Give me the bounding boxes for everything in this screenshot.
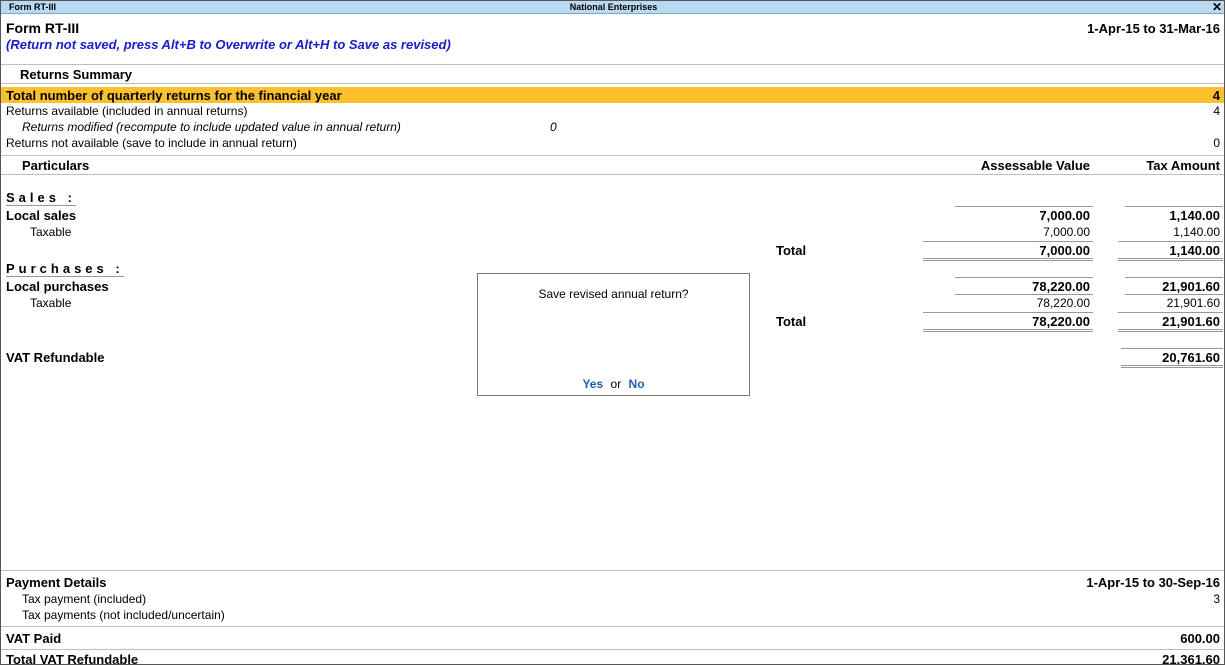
purchases-section-title: Purchases : <box>6 261 124 277</box>
local-sales-assessable: 7,000.00 <box>1039 208 1090 223</box>
sales-total-label: Total <box>776 243 807 258</box>
sales-taxable-tax: 1,140.00 <box>1173 225 1220 239</box>
local-purchases-assessable: 78,220.00 <box>1032 279 1090 294</box>
col-tax-amount: Tax Amount <box>1146 158 1220 173</box>
returns-available-label[interactable]: Returns available (included in annual re… <box>6 104 247 118</box>
local-sales-label[interactable]: Local sales <box>6 208 76 223</box>
returns-available-value: 4 <box>1213 104 1220 118</box>
tax-payment-included-value: 3 <box>1213 592 1220 606</box>
form-title: Form RT-III <box>6 20 80 36</box>
returns-not-available-label[interactable]: Returns not available (save to include i… <box>6 136 297 150</box>
purchases-total-assessable: 78,220.00 <box>1032 314 1090 329</box>
total-vat-refundable-value: 21,361.60 <box>1162 652 1220 665</box>
form-window: Form RT-III National Enterprises ✕ Form … <box>0 0 1225 665</box>
local-purchases-tax: 21,901.60 <box>1162 279 1220 294</box>
purchases-total-tax: 21,901.60 <box>1162 314 1220 329</box>
close-icon[interactable]: ✕ <box>1212 1 1222 13</box>
yes-button[interactable]: Yes <box>582 377 603 391</box>
vat-refundable-value: 20,761.60 <box>1162 350 1220 365</box>
tax-payment-not-included-label[interactable]: Tax payments (not included/uncertain) <box>22 608 225 622</box>
save-notice: (Return not saved, press Alt+B to Overwr… <box>6 37 451 52</box>
returns-not-available-value: 0 <box>1213 136 1220 150</box>
returns-summary-title: Returns Summary <box>20 67 132 82</box>
local-purchases-label[interactable]: Local purchases <box>6 279 109 294</box>
sales-total-tax: 1,140.00 <box>1169 243 1220 258</box>
purchases-taxable-label[interactable]: Taxable <box>30 296 71 310</box>
dialog-question: Save revised annual return? <box>538 287 689 301</box>
col-particulars: Particulars <box>22 158 90 173</box>
col-assessable-value: Assessable Value <box>980 158 1090 173</box>
title-bar: Form RT-III National Enterprises ✕ <box>1 1 1224 14</box>
company-name: National Enterprises <box>569 2 658 12</box>
sales-taxable-assessable: 7,000.00 <box>1043 225 1090 239</box>
payment-details-title: Payment Details <box>6 575 107 590</box>
returns-total-value: 4 <box>1212 88 1220 103</box>
returns-modified-value: 0 <box>550 120 557 134</box>
vat-paid-label: VAT Paid <box>6 631 62 646</box>
purchases-total-label: Total <box>776 314 807 329</box>
no-button[interactable]: No <box>629 377 645 391</box>
sales-total-assessable: 7,000.00 <box>1039 243 1090 258</box>
dialog-buttons: Yes or No <box>478 377 749 391</box>
local-sales-tax: 1,140.00 <box>1169 208 1220 223</box>
vat-refundable-label[interactable]: VAT Refundable <box>6 350 104 365</box>
dialog-or-text: or <box>610 377 622 391</box>
purchases-taxable-tax: 21,901.60 <box>1166 296 1220 310</box>
returns-total-label[interactable]: Total number of quarterly returns for th… <box>6 88 342 103</box>
tax-payment-included-label[interactable]: Tax payment (included) <box>22 592 146 606</box>
save-revised-dialog: Save revised annual return? Yes or No <box>477 273 750 396</box>
purchases-taxable-assessable: 78,220.00 <box>1036 296 1090 310</box>
sales-taxable-label[interactable]: Taxable <box>30 225 71 239</box>
returns-modified-label[interactable]: Returns modified (recompute to include u… <box>22 120 401 134</box>
form-period: 1-Apr-15 to 31-Mar-16 <box>1087 21 1220 36</box>
total-vat-refundable-label: Total VAT Refundable <box>6 652 139 665</box>
sales-section-title: Sales : <box>6 190 76 206</box>
payment-period: 1-Apr-15 to 30-Sep-16 <box>1086 575 1220 590</box>
vat-paid-value: 600.00 <box>1180 631 1220 646</box>
